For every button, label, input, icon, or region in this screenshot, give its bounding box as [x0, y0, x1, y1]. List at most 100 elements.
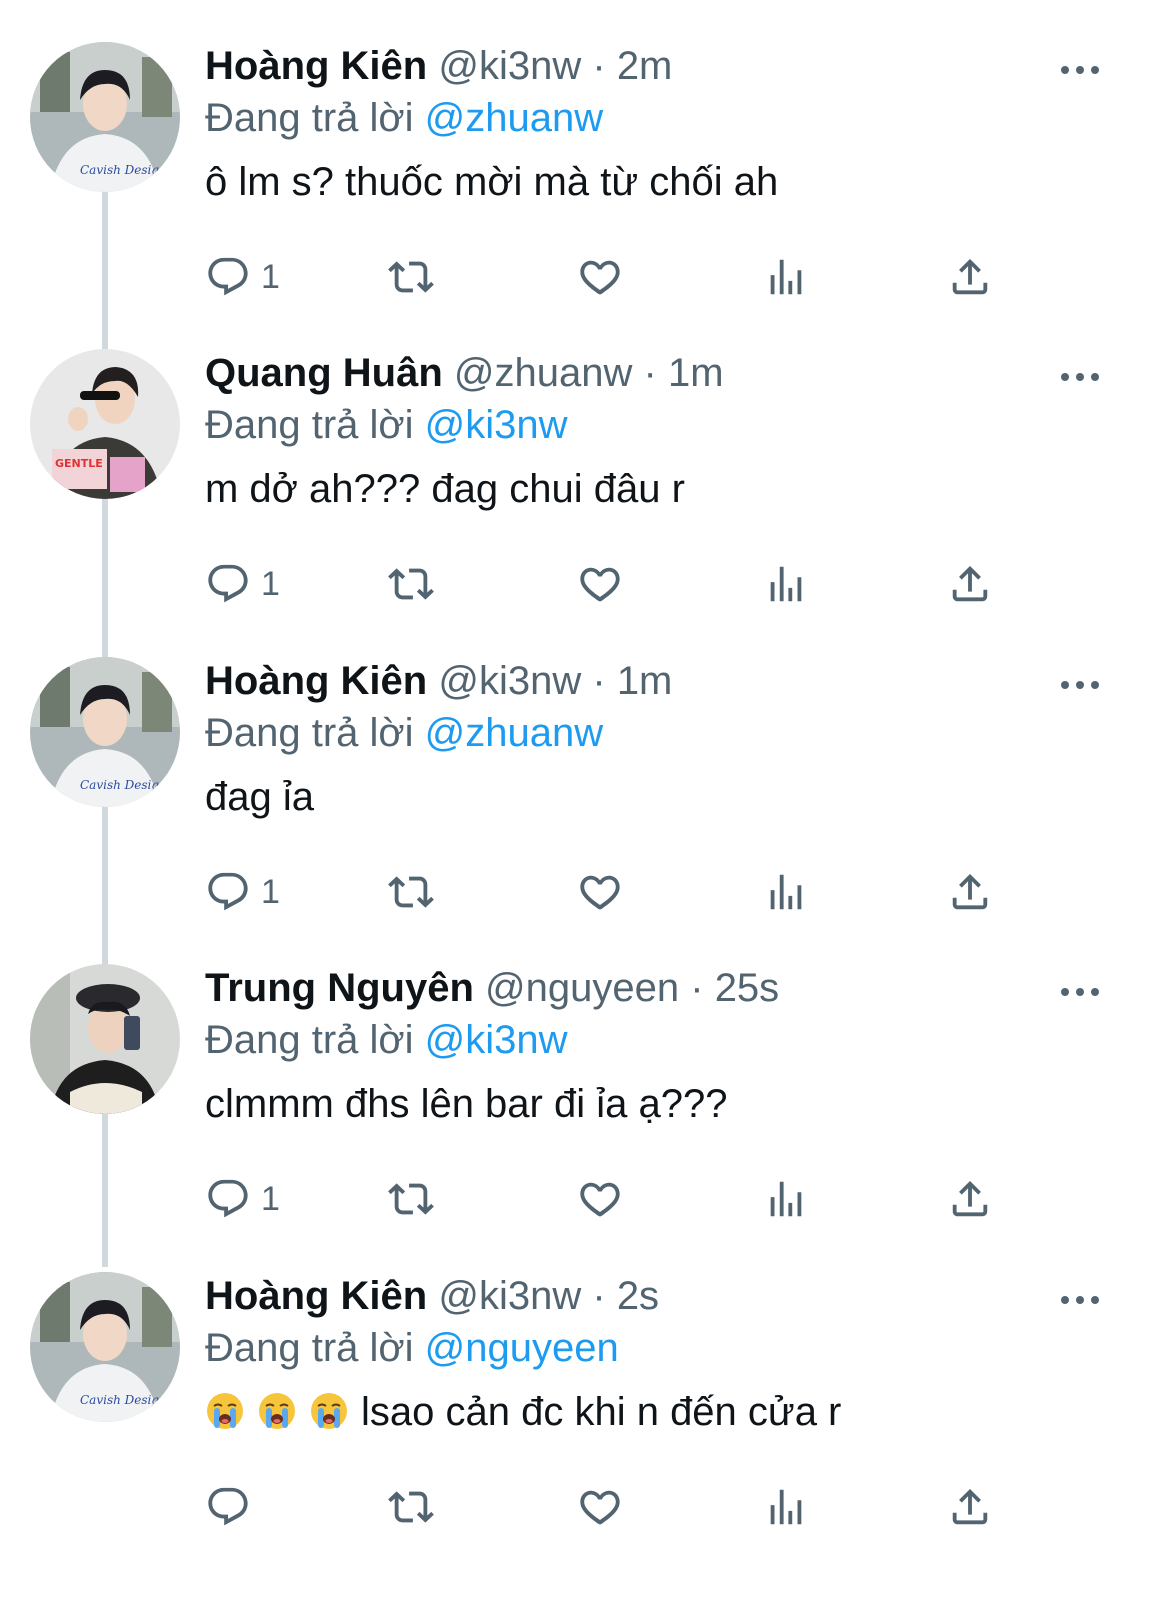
tweet-content: Quang Huân @zhuanw · 1m Đang trả lời @ki3…	[205, 347, 1110, 517]
reply-button[interactable]: 1	[205, 867, 280, 917]
display-name[interactable]: Hoàng Kiên	[205, 1274, 427, 1318]
retweet-icon	[388, 561, 434, 607]
tweet-actions: 1	[205, 559, 1005, 609]
reply-prefix: Đang trả lời	[205, 96, 414, 140]
share-button[interactable]	[947, 559, 993, 609]
tweet[interactable]: GENTLE Quang Huân @zhuanw · 1m Đang trả lờ…	[0, 307, 1170, 614]
replying-to: Đang trả lời @nguyeen	[205, 1322, 1110, 1374]
like-icon	[577, 561, 623, 607]
share-button[interactable]	[947, 1174, 993, 1224]
replying-to: Đang trả lời @ki3nw	[205, 1014, 1110, 1066]
share-button[interactable]	[947, 867, 993, 917]
reply-prefix: Đang trả lời	[205, 1326, 414, 1370]
avatar[interactable]: Cavish Design	[30, 42, 180, 192]
share-icon	[947, 869, 993, 915]
tweet-content: Hoàng Kiên @ki3nw · 2s Đang trả lời @nguy…	[205, 1270, 1110, 1440]
avatar[interactable]: GENTLE	[30, 349, 180, 499]
tweet[interactable]: Cavish Design Hoàng Kiên @ki3nw · 2s Đang …	[0, 1230, 1170, 1537]
user-handle[interactable]: @zhuanw	[454, 351, 632, 395]
tweet-text: ô lm s? thuốc mời mà từ chối ah	[205, 154, 1110, 210]
avatar[interactable]: Cavish Design	[30, 1272, 180, 1422]
reply-icon	[205, 254, 251, 300]
loudly-crying-face-icon	[257, 1391, 297, 1431]
views-button[interactable]	[763, 867, 809, 917]
more-icon[interactable]	[1060, 1292, 1100, 1304]
more-icon[interactable]	[1060, 369, 1100, 381]
reply-button[interactable]: 1	[205, 252, 280, 302]
avatar[interactable]	[30, 964, 180, 1114]
more-icon[interactable]	[1060, 984, 1100, 996]
like-button[interactable]	[577, 252, 623, 302]
like-button[interactable]	[577, 1482, 623, 1532]
mention-link[interactable]: @nguyeen	[425, 1326, 619, 1370]
tweet-content: Hoàng Kiên @ki3nw · 1m Đang trả lời @zhua…	[205, 655, 1110, 825]
svg-text:Cavish Design: Cavish Design	[80, 778, 167, 792]
views-button[interactable]	[763, 1482, 809, 1532]
retweet-button[interactable]	[388, 1174, 434, 1224]
timestamp[interactable]: 25s	[715, 966, 780, 1010]
views-icon	[763, 1176, 809, 1222]
reply-button[interactable]: 1	[205, 1174, 280, 1224]
user-handle[interactable]: @nguyeen	[485, 966, 679, 1010]
display-name[interactable]: Hoàng Kiên	[205, 659, 427, 703]
tweet[interactable]: Cavish Design Hoàng Kiên @ki3nw · 1m Đang …	[0, 615, 1170, 922]
like-icon	[577, 1176, 623, 1222]
views-icon	[763, 254, 809, 300]
retweet-button[interactable]	[388, 559, 434, 609]
reply-icon	[205, 1176, 251, 1222]
views-button[interactable]	[763, 559, 809, 609]
views-icon	[763, 1484, 809, 1530]
like-button[interactable]	[577, 1174, 623, 1224]
retweet-button[interactable]	[388, 867, 434, 917]
reply-icon	[205, 869, 251, 915]
separator: ·	[592, 44, 606, 88]
tweet[interactable]: Cavish Design Hoàng Kiên @ki3nw · 2m Đang …	[0, 0, 1170, 307]
loudly-crying-face-icon	[309, 1391, 349, 1431]
like-button[interactable]	[577, 559, 623, 609]
svg-text:Cavish Design: Cavish Design	[80, 163, 167, 177]
timestamp[interactable]: 1m	[617, 659, 673, 703]
share-icon	[947, 561, 993, 607]
display-name[interactable]: Trung Nguyên	[205, 966, 474, 1010]
like-icon	[577, 869, 623, 915]
share-button[interactable]	[947, 252, 993, 302]
mention-link[interactable]: @ki3nw	[425, 1018, 568, 1062]
svg-text:Cavish Design: Cavish Design	[80, 1393, 167, 1407]
reply-button[interactable]	[205, 1482, 261, 1532]
display-name[interactable]: Hoàng Kiên	[205, 44, 427, 88]
tweet-text-content: lsao cản đc khi n đến cửa r	[361, 1390, 842, 1434]
tweet-actions: 1	[205, 252, 1005, 302]
tweet-text: clmmm đhs lên bar đi ỉa ạ???	[205, 1076, 1110, 1132]
avatar[interactable]: Cavish Design	[30, 657, 180, 807]
reply-button[interactable]: 1	[205, 559, 280, 609]
views-button[interactable]	[763, 252, 809, 302]
display-name[interactable]: Quang Huân	[205, 351, 443, 395]
loudly-crying-face-icon	[205, 1391, 245, 1431]
tweet[interactable]: Trung Nguyên @nguyeen · 25s Đang trả lời …	[0, 922, 1170, 1229]
user-handle[interactable]: @ki3nw	[438, 44, 581, 88]
user-handle[interactable]: @ki3nw	[438, 1274, 581, 1318]
reply-prefix: Đang trả lời	[205, 1018, 414, 1062]
retweet-icon	[388, 254, 434, 300]
timestamp[interactable]: 1m	[668, 351, 724, 395]
tweet-header: Hoàng Kiên @ki3nw · 1m	[205, 655, 1110, 707]
like-button[interactable]	[577, 867, 623, 917]
like-icon	[577, 1484, 623, 1530]
reply-icon	[205, 561, 251, 607]
retweet-button[interactable]	[388, 252, 434, 302]
mention-link[interactable]: @zhuanw	[425, 711, 603, 755]
timestamp[interactable]: 2s	[617, 1274, 659, 1318]
reply-prefix: Đang trả lời	[205, 711, 414, 755]
views-button[interactable]	[763, 1174, 809, 1224]
retweet-button[interactable]	[388, 1482, 434, 1532]
more-icon[interactable]	[1060, 62, 1100, 74]
reply-count: 1	[261, 257, 280, 296]
mention-link[interactable]: @zhuanw	[425, 96, 603, 140]
share-button[interactable]	[947, 1482, 993, 1532]
mention-link[interactable]: @ki3nw	[425, 403, 568, 447]
tweet-text: đag ỉa	[205, 769, 1110, 825]
more-icon[interactable]	[1060, 677, 1100, 689]
user-handle[interactable]: @ki3nw	[438, 659, 581, 703]
separator: ·	[592, 1274, 606, 1318]
timestamp[interactable]: 2m	[617, 44, 673, 88]
